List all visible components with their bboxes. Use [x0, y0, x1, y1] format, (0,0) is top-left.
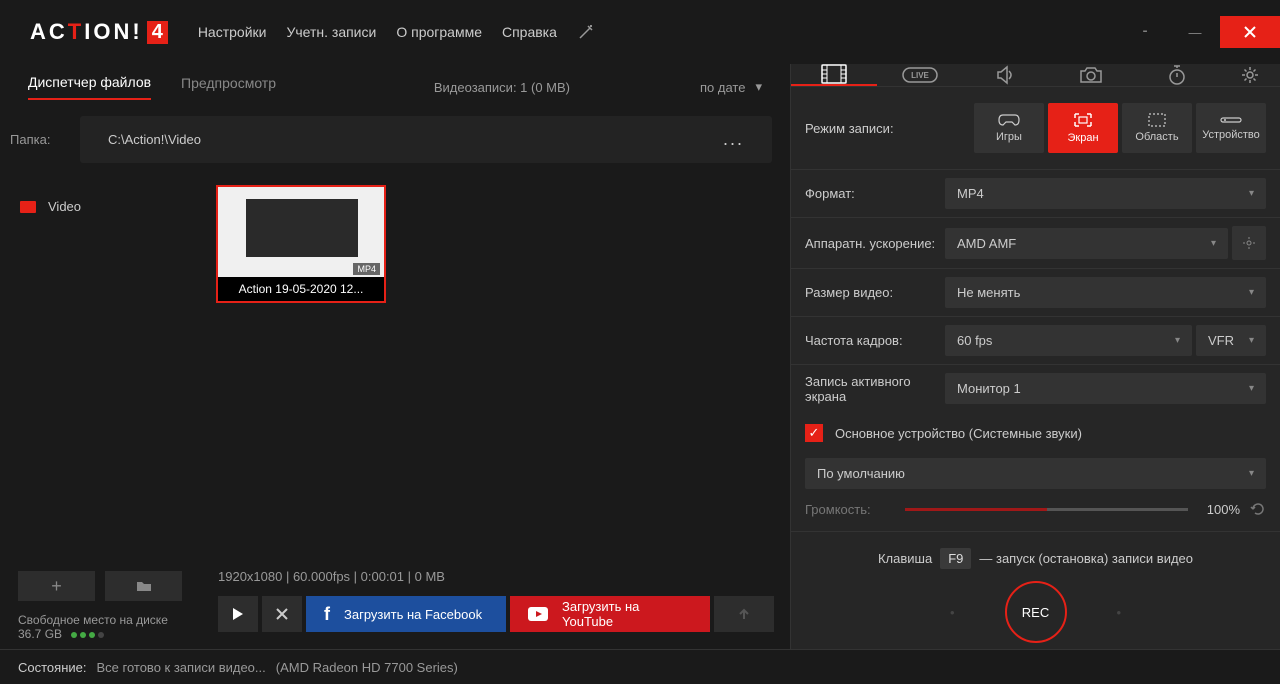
play-button[interactable] [218, 596, 258, 632]
app-logo: ACTION! 4 [30, 19, 168, 45]
volume-label: Громкость: [805, 502, 895, 517]
disk-space-value: 36.7 GB [18, 627, 62, 641]
chevron-down-icon: ▾ [1249, 188, 1254, 199]
framerate-label: Частота кадров: [805, 333, 945, 348]
record-mode-label: Режим записи: [805, 121, 964, 136]
system-audio-label: Основное устройство (Системные звуки) [835, 426, 1082, 441]
folder-icon [20, 201, 36, 213]
hotkey-suffix: — запуск (остановка) записи видео [979, 551, 1193, 566]
live-icon: LIVE [902, 67, 938, 83]
audio-icon [997, 65, 1013, 85]
tab-settings[interactable] [1220, 64, 1280, 86]
disk-indicator-icon [71, 627, 107, 641]
audio-device-dropdown[interactable]: По умолчанию▾ [805, 458, 1266, 489]
open-folder-button[interactable] [105, 571, 182, 601]
film-icon [821, 64, 847, 84]
format-label: Формат: [805, 186, 945, 201]
mode-screen-button[interactable]: Экран [1048, 103, 1118, 153]
camera-icon [1079, 66, 1103, 84]
status-label: Состояние: [18, 660, 86, 675]
mode-region-button[interactable]: Область [1122, 103, 1192, 153]
mode-device-button[interactable]: Устройство [1196, 103, 1266, 153]
sidebar-folder-video[interactable]: Video [20, 199, 180, 214]
stopwatch-icon [1167, 65, 1187, 85]
close-button[interactable] [1220, 16, 1280, 48]
volume-reset-button[interactable] [1250, 501, 1266, 517]
youtube-icon [528, 607, 548, 621]
indicator-dot-right-icon: • [1117, 605, 1122, 620]
indicator-dot-left-icon: • [950, 605, 955, 620]
menu-help[interactable]: Справка [502, 24, 557, 40]
menu-about[interactable]: О программе [396, 24, 482, 40]
tab-screenshot[interactable] [1048, 64, 1134, 86]
system-audio-checkbox[interactable]: ✓ [805, 424, 823, 442]
menu-accounts[interactable]: Учетн. записи [286, 24, 376, 40]
thumbnail-image: MP4 [218, 187, 384, 277]
chevron-down-icon: ▾ [1211, 238, 1216, 249]
export-button[interactable] [714, 596, 774, 632]
region-icon [1148, 113, 1166, 127]
sort-dropdown[interactable]: по дате ▾ [700, 79, 762, 95]
reset-icon [1250, 501, 1266, 517]
hotkey-badge[interactable]: F9 [940, 548, 971, 569]
active-screen-label: Запись активного экрана [805, 374, 945, 404]
thumbnail-caption: Action 19-05-2020 12... [218, 277, 384, 301]
hotkey-prefix: Клавиша [878, 551, 932, 566]
chevron-down-icon: ▾ [1249, 468, 1254, 479]
chevron-down-icon: ▾ [755, 79, 762, 95]
vfr-dropdown[interactable]: VFR▾ [1196, 325, 1266, 356]
framerate-dropdown[interactable]: 60 fps▾ [945, 325, 1192, 356]
volume-slider[interactable] [905, 508, 1188, 511]
tray-button[interactable]: ⁃ [1120, 16, 1170, 48]
folder-browse-button[interactable]: ... [713, 129, 754, 150]
tab-preview[interactable]: Предпросмотр [181, 75, 276, 99]
tab-live-stream[interactable]: LIVE [877, 64, 963, 86]
recordings-count: Видеозаписи: 1 (0 MB) [434, 80, 570, 95]
folder-path-input[interactable]: C:\Action!\Video [98, 124, 703, 155]
tab-file-manager[interactable]: Диспетчер файлов [28, 74, 151, 100]
video-size-label: Размер видео: [805, 285, 945, 300]
device-icon [1220, 115, 1242, 125]
chevron-down-icon: ▾ [1249, 287, 1254, 298]
hwaccel-label: Аппаратн. ускорение: [805, 236, 945, 251]
chevron-down-icon: ▾ [1249, 383, 1254, 394]
screen-icon [1073, 112, 1093, 128]
hwaccel-dropdown[interactable]: AMD AMF▾ [945, 228, 1228, 259]
add-folder-button[interactable]: + [18, 571, 95, 601]
minimize-button[interactable]: — [1170, 16, 1220, 48]
gear-icon [1242, 236, 1256, 250]
chevron-down-icon: ▾ [1175, 335, 1180, 346]
chevron-down-icon: ▾ [1249, 335, 1254, 346]
tab-video-record[interactable] [791, 64, 877, 86]
disk-space-label: Свободное место на диске [18, 613, 182, 627]
upload-facebook-button[interactable]: f Загрузить на Facebook [306, 596, 506, 632]
folder-label: Папка: [0, 132, 70, 147]
mode-games-button[interactable]: Игры [974, 103, 1044, 153]
svg-text:LIVE: LIVE [911, 71, 929, 80]
hwaccel-settings-button[interactable] [1232, 226, 1266, 260]
format-dropdown[interactable]: MP4▾ [945, 178, 1266, 209]
delete-button[interactable] [262, 596, 302, 632]
status-text: Все готово к записи видео... [96, 660, 265, 675]
video-size-dropdown[interactable]: Не менять▾ [945, 277, 1266, 308]
record-button[interactable]: REC [1005, 581, 1067, 643]
volume-value: 100% [1198, 502, 1240, 517]
active-screen-dropdown[interactable]: Монитор 1▾ [945, 373, 1266, 404]
file-info: 1920x1080 | 60.000fps | 0:00:01 | 0 MB [200, 563, 792, 590]
magic-wand-icon[interactable] [577, 23, 595, 41]
video-thumbnail[interactable]: MP4 Action 19-05-2020 12... [216, 185, 386, 303]
status-gpu: (AMD Radeon HD 7700 Series) [276, 660, 458, 675]
gear-icon [1240, 65, 1260, 85]
menu-settings[interactable]: Настройки [198, 24, 267, 40]
facebook-icon: f [324, 604, 330, 625]
tab-benchmark[interactable] [1134, 64, 1220, 86]
tab-audio-record[interactable] [963, 64, 1049, 86]
format-badge: MP4 [353, 263, 380, 275]
upload-youtube-button[interactable]: Загрузить на YouTube [510, 596, 710, 632]
gamepad-icon [998, 113, 1020, 127]
